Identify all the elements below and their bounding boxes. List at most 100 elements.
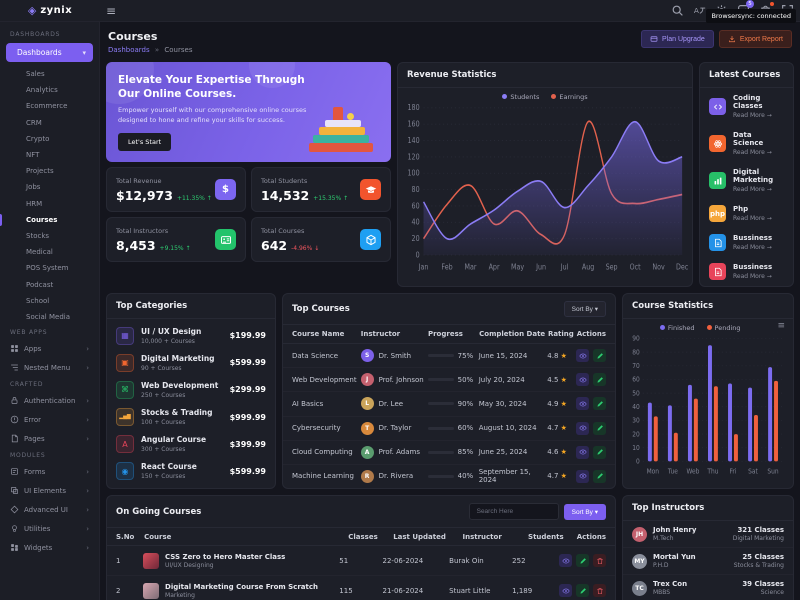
table-row: Data ScienceSDr. Smith75%June 15, 20244.… [283,344,615,368]
view-button[interactable] [576,373,589,386]
sidebar-dashboards-dropdown[interactable]: Dashboards ▾ [6,43,93,62]
sidebar-item-pos-system[interactable]: POS System [0,260,99,276]
view-button[interactable] [576,397,589,410]
view-button[interactable] [576,422,589,435]
instructor-row[interactable]: TCTrex ConMBBS39 ClassesScience [623,575,793,600]
sidebar-item-apps[interactable]: Apps› [0,339,99,358]
delete-button[interactable] [593,554,606,567]
utilities-icon [10,524,19,533]
ongoing-sort-by-button[interactable]: Sort By ▾ [564,504,606,520]
sidebar-item-nested-menu[interactable]: Nested Menu› [0,358,99,377]
svg-text:Sun: Sun [767,468,778,475]
instructor-row[interactable]: MYMortal YunP.H.D25 ClassesStocks & Trad… [623,548,793,575]
read-more-link[interactable]: Read More → [733,186,784,193]
latest-course-item[interactable]: BussinessRead More → [700,257,793,286]
revenue-legend: StudentsEarnings [398,88,692,101]
sidebar-item-sales[interactable]: Sales [0,66,99,82]
read-more-link[interactable]: Read More → [733,112,784,119]
chevron-right-icon: › [86,506,89,514]
sidebar-item-social-media[interactable]: Social Media [0,309,99,325]
category-price: $299.99 [230,385,266,394]
svg-text:100: 100 [408,168,421,178]
sidebar-item-hrm[interactable]: HRM [0,196,99,212]
category-item[interactable]: ▣Digital Marketing90 + Courses$599.99 [107,349,275,376]
read-more-link[interactable]: Read More → [733,149,784,156]
view-button[interactable] [576,446,589,459]
delete-button[interactable] [593,584,606,597]
top-courses-sort-by-button[interactable]: Sort By ▾ [564,301,606,317]
legend-item-pending: Pending [707,324,741,332]
sidebar-item-medical[interactable]: Medical [0,244,99,260]
edit-button[interactable] [593,470,606,483]
instructor-name: John Henry [653,526,696,534]
row-actions [576,446,606,459]
hamburger-menu-icon[interactable]: ≡ [106,4,116,18]
course-progress: 60% [428,424,479,432]
lets-start-button[interactable]: Let's Start [118,133,171,151]
edit-button[interactable] [593,349,606,362]
latest-course-item[interactable]: BussinessRead More → [700,228,793,257]
view-button[interactable] [576,470,589,483]
stat-value: $12,973 [116,188,173,203]
sidebar-item-advanced-ui[interactable]: Advanced UI› [0,500,99,519]
avatar: L [361,397,374,410]
avatar: TC [632,581,647,596]
edit-button[interactable] [593,373,606,386]
edit-button[interactable] [593,446,606,459]
read-more-link[interactable]: Read More → [733,244,772,251]
course-progress: 85% [428,448,479,456]
top-categories-list: ▦UI / UX Design10,000 + Courses$199.99▣D… [107,319,275,488]
sidebar-item-nft[interactable]: NFT [0,147,99,163]
edit-button[interactable] [593,422,606,435]
stat-delta: -4.96% ↓ [291,245,319,252]
sidebar-item-projects[interactable]: Projects [0,163,99,179]
read-more-link[interactable]: Read More → [733,215,772,222]
svg-text:Jan: Jan [418,262,429,272]
latest-course-item[interactable]: phpPhpRead More → [700,199,793,228]
latest-course-item[interactable]: Digital MarketingRead More → [700,162,793,199]
category-item[interactable]: AAngular Course300 + Courses$399.99 [107,431,275,458]
sidebar-item-jobs[interactable]: Jobs [0,179,99,195]
edit-button[interactable] [593,397,606,410]
search-icon[interactable] [671,4,684,17]
sidebar-item-ecommerce[interactable]: Ecommerce [0,98,99,114]
sidebar-item-utilities[interactable]: Utilities› [0,519,99,538]
category-item[interactable]: ⌘Web Development250 + Courses$299.99 [107,376,275,403]
doc-icon [709,234,726,251]
ongoing-search-input[interactable] [469,503,559,520]
sidebar-item-error[interactable]: Error› [0,410,99,429]
edit-button[interactable] [576,554,589,567]
app-logo[interactable]: ◈ zynix [0,0,100,22]
sidebar-item-analytics[interactable]: Analytics [0,82,99,98]
sidebar-item-crypto[interactable]: Crypto [0,131,99,147]
export-report-button[interactable]: Export Report [719,30,792,48]
sidebar-item-ui-elements[interactable]: UI Elements› [0,481,99,500]
sidebar-item-courses[interactable]: Courses [0,212,99,228]
category-item[interactable]: ▦UI / UX Design10,000 + Courses$199.99 [107,322,275,349]
instructor-row[interactable]: JHJohn HenryM.Tech321 ClassesDigital Mar… [623,521,793,548]
sidebar-item-stocks[interactable]: Stocks [0,228,99,244]
breadcrumb-dashboards[interactable]: Dashboards [108,46,150,54]
sidebar-item-authentication[interactable]: Authentication› [0,391,99,410]
translate-icon[interactable]: A [693,4,706,17]
view-button[interactable] [559,584,572,597]
chart-menu-icon[interactable]: ≡ [777,321,785,331]
read-more-link[interactable]: Read More → [733,273,772,280]
latest-course-item[interactable]: Coding ClassesRead More → [700,88,793,125]
sidebar-item-widgets[interactable]: Widgets› [0,538,99,557]
sidebar-item-podcast[interactable]: Podcast [0,276,99,292]
latest-course-item[interactable]: Data ScienceRead More → [700,125,793,162]
plan-upgrade-button[interactable]: Plan Upgrade [641,30,714,48]
category-item[interactable]: ▂▅▇Stocks & Trading100 + Courses$999.99 [107,404,275,431]
category-text: Angular Course300 + Courses [141,435,206,453]
view-button[interactable] [576,349,589,362]
sidebar-item-pages[interactable]: Pages› [0,429,99,448]
breadcrumb: Dashboards » Courses [108,46,192,54]
sidebar-item-crm[interactable]: CRM [0,115,99,131]
sidebar-item-school[interactable]: School [0,293,99,309]
view-button[interactable] [559,554,572,567]
edit-button[interactable] [576,584,589,597]
category-count: 90 + Courses [141,365,215,372]
sidebar-item-forms[interactable]: Forms› [0,462,99,481]
category-item[interactable]: ◉React Course150 + Courses$599.99 [107,458,275,485]
